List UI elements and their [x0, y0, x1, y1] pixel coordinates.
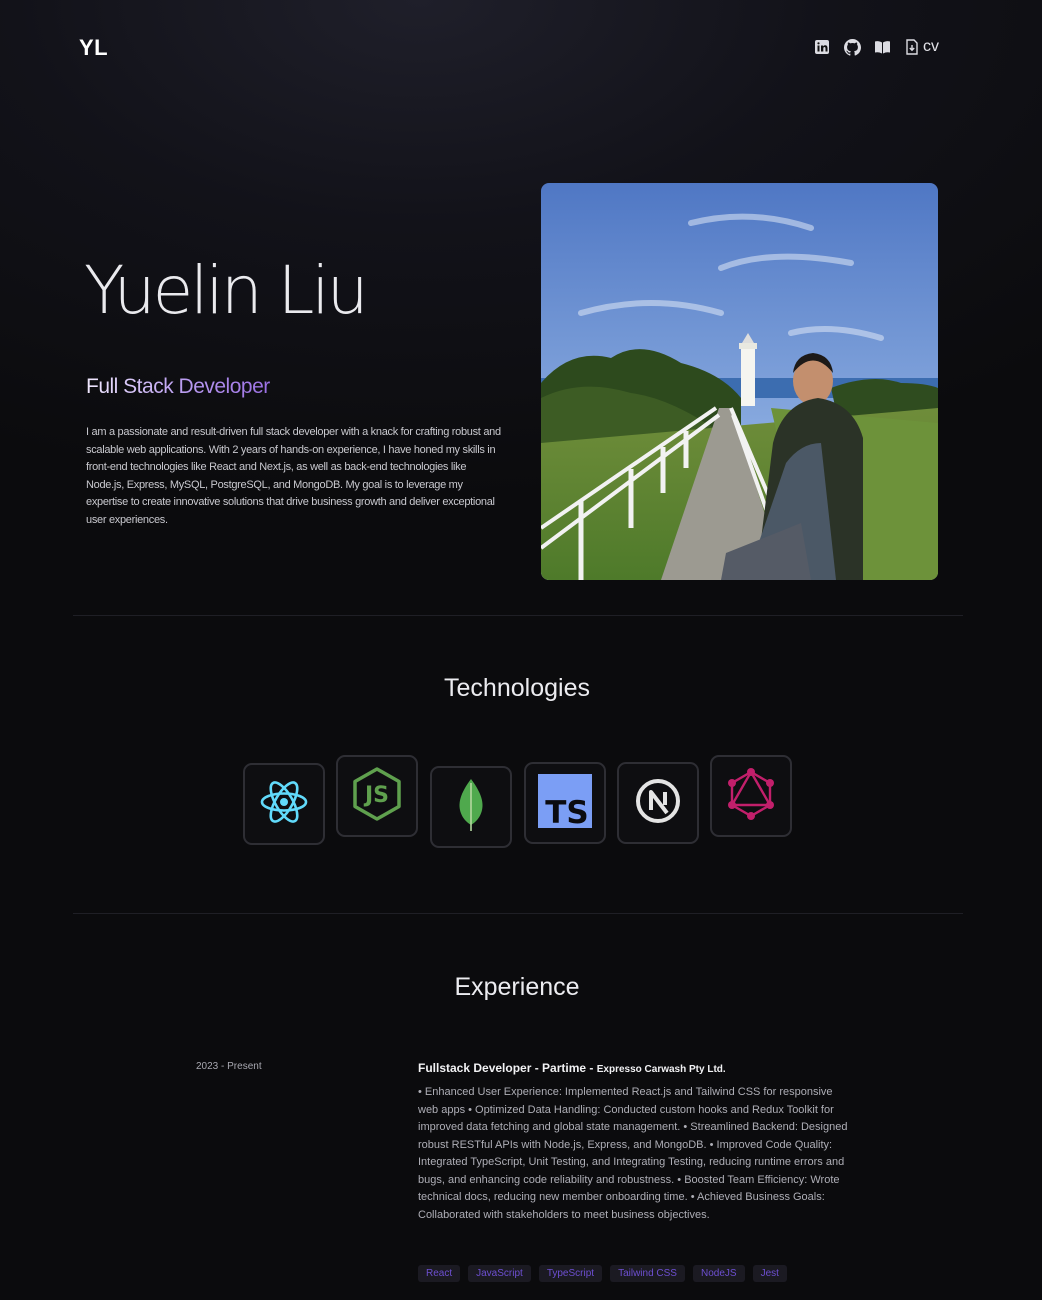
github-icon[interactable] [843, 38, 861, 56]
linkedin-icon[interactable] [813, 38, 831, 56]
social-links: cv [813, 38, 939, 56]
experience-role-title: Fullstack Developer - Partime - [418, 1061, 597, 1075]
tech-tag: Tailwind CSS [610, 1265, 685, 1282]
experience-date: 2023 - Present [196, 1061, 262, 1072]
hero-name: Yuelin Liu [84, 252, 369, 329]
experience-description: • Enhanced User Experience: Implemented … [418, 1086, 848, 1221]
profile-photo [541, 183, 938, 580]
graphql-icon [724, 767, 778, 826]
experience-company: Expresso Carwash Pty Ltd. [596, 1064, 726, 1075]
nextjs-icon [634, 777, 682, 830]
section-divider [73, 615, 963, 616]
experience-role: Fullstack Developer - Partime - Expresso… [418, 1061, 726, 1075]
tech-nextjs[interactable] [617, 762, 699, 844]
tech-typescript[interactable]: TS [524, 762, 606, 844]
tech-tag: NodeJS [692, 1265, 745, 1282]
technologies-title: Technologies [444, 674, 590, 702]
tech-graphql[interactable] [710, 755, 792, 837]
mongodb-icon [456, 777, 486, 838]
experience-tags: React JavaScript TypeScript Tailwind CSS… [418, 1265, 787, 1282]
tech-nodejs[interactable]: JS [336, 755, 418, 837]
tech-tag: Jest [752, 1265, 787, 1282]
cv-label: cv [923, 38, 939, 55]
experience-title: Experience [454, 973, 580, 1001]
hero-bio: I am a passionate and result-driven full… [86, 426, 501, 526]
react-icon [259, 777, 309, 832]
tech-react[interactable] [243, 763, 325, 845]
tech-mongodb[interactable] [430, 766, 512, 848]
svg-text:TS: TS [545, 795, 588, 828]
file-download-icon [903, 38, 921, 56]
top-navbar: YL cv [0, 0, 1042, 100]
svg-text:JS: JS [363, 783, 389, 808]
cv-download-link[interactable]: cv [903, 38, 939, 56]
tech-tag: React [418, 1265, 461, 1282]
nodejs-icon: JS [351, 766, 403, 827]
hero-role: Full Stack Developer [86, 375, 270, 398]
typescript-icon: TS [538, 773, 592, 833]
book-icon[interactable] [873, 38, 891, 56]
section-divider [73, 913, 963, 914]
site-logo[interactable]: YL [79, 35, 108, 61]
tech-tag: TypeScript [538, 1265, 603, 1282]
tech-tag: JavaScript [468, 1265, 531, 1282]
